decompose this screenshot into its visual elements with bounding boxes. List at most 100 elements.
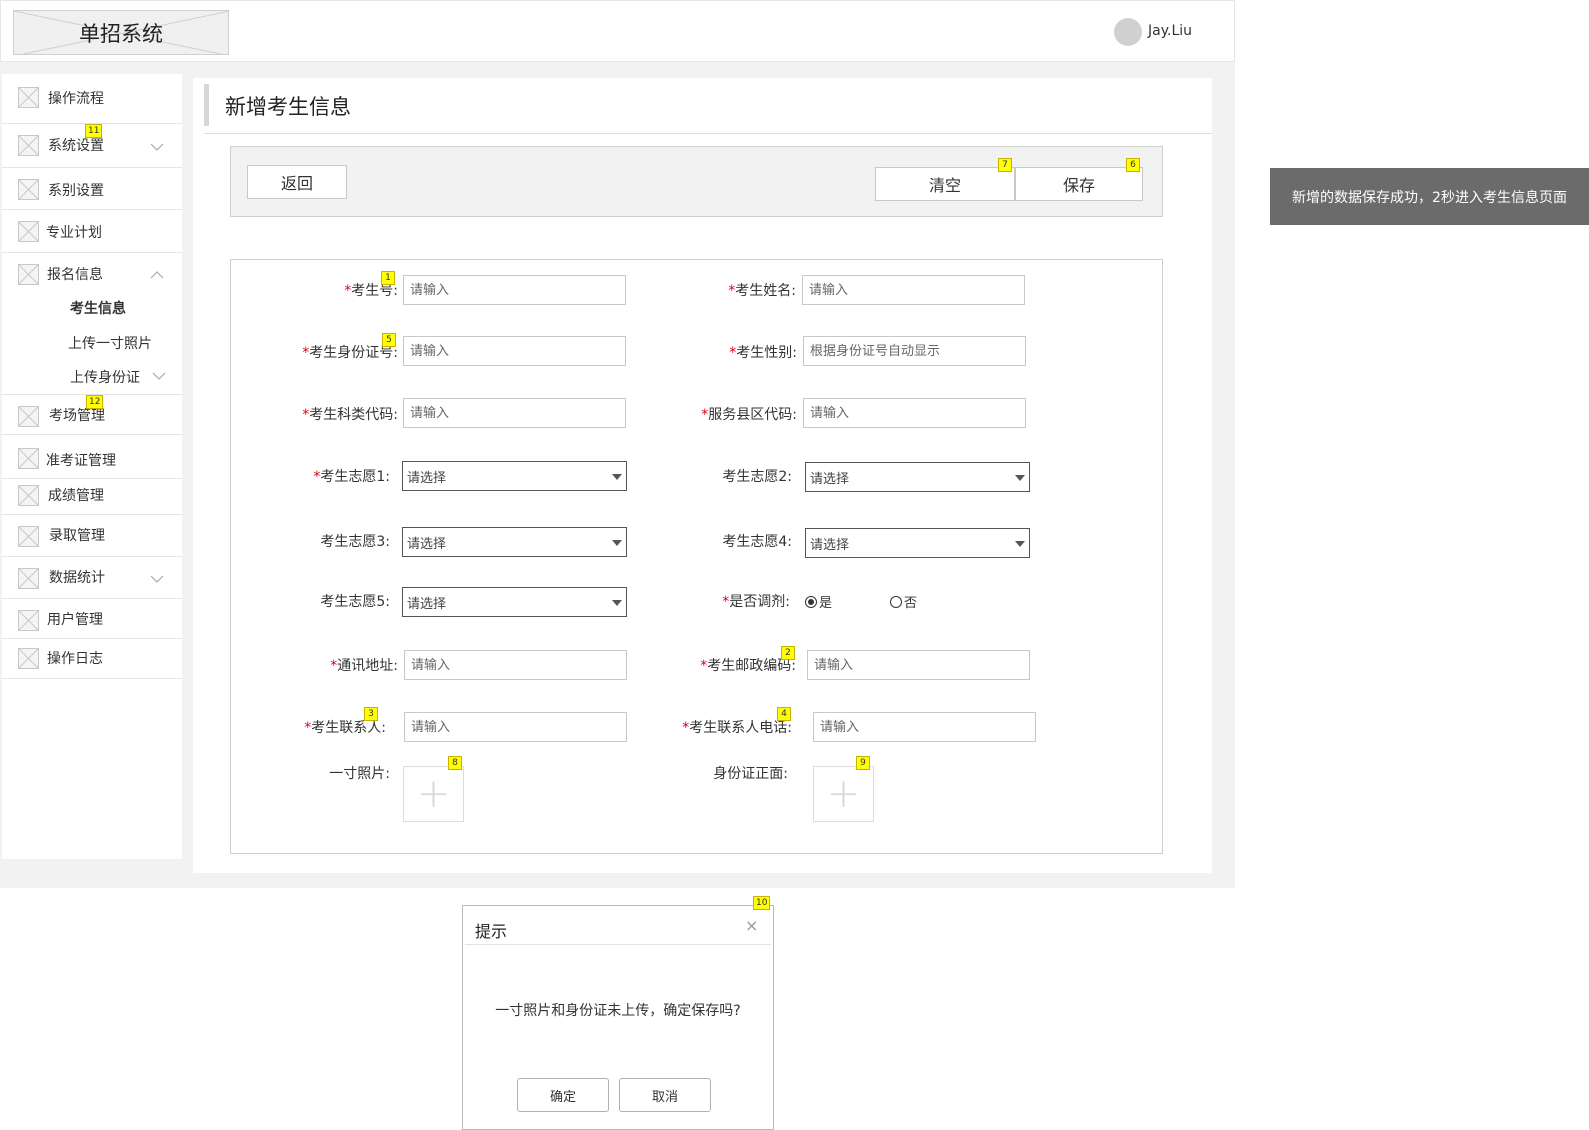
sidebar-item-admission-ticket[interactable]: 准考证管理 [2, 435, 182, 479]
label-wish-4: 考生志愿4: [722, 534, 792, 550]
annotation-badge: 5 [382, 333, 396, 347]
clear-button[interactable]: 清空 [875, 167, 1015, 201]
dropdown-arrow-icon [612, 540, 622, 546]
annotation-badge: 12 [86, 395, 104, 409]
sidebar-item-label: 报名信息 [47, 267, 103, 283]
label-adjust: *是否调剂: [722, 594, 790, 610]
contact-phone-input[interactable] [813, 712, 1036, 742]
sidebar-item-admission[interactable]: 录取管理 [2, 515, 182, 557]
sidebar-item-scores[interactable]: 成绩管理 [2, 479, 182, 515]
wish-2-select[interactable]: 请选择 [805, 462, 1030, 492]
placeholder-icon [18, 264, 39, 285]
save-button[interactable]: 保存 [1015, 167, 1143, 201]
sidebar-item-logs[interactable]: 操作日志 [2, 639, 182, 679]
annotation-badge: 8 [448, 756, 462, 770]
sidebar-item-label: 数据统计 [49, 570, 105, 586]
photo-upload[interactable]: + [403, 766, 464, 822]
sidebar-item-label: 操作流程 [48, 91, 104, 107]
sidebar-item-label: 录取管理 [49, 528, 105, 544]
sidebar-item-exam-room[interactable]: 考场管理 12 [2, 395, 182, 435]
sidebar-item-label: 操作日志 [47, 651, 103, 667]
contact-input[interactable] [404, 712, 627, 742]
adjust-radio-no[interactable]: 否 [890, 592, 917, 611]
label-wish-5: 考生志愿5: [320, 594, 390, 610]
chevron-down-icon[interactable] [150, 142, 164, 152]
radio-unchecked-icon [890, 595, 902, 608]
sidebar-item-users[interactable]: 用户管理 [2, 599, 182, 639]
placeholder-icon [18, 610, 39, 631]
annotation-badge: 4 [777, 707, 791, 721]
label-gender: *考生性别: [729, 345, 797, 361]
plus-icon: + [826, 771, 861, 817]
chevron-up-icon[interactable] [150, 270, 164, 280]
exam-no-input[interactable] [403, 275, 626, 305]
label-wish-3: 考生志愿3: [320, 534, 390, 550]
sidebar-item-department[interactable]: 系别设置 [2, 168, 182, 210]
sidebar-subitem-upload-photo[interactable]: 上传一寸照片 [68, 333, 152, 353]
confirm-button[interactable]: 确定 [517, 1078, 609, 1112]
label-subject-code: *考生科类代码: [302, 407, 398, 423]
sidebar-item-major-plan[interactable]: 专业计划 [2, 210, 182, 253]
app-header: 单招系统 Jay.Liu [0, 0, 1235, 62]
placeholder-icon [18, 406, 39, 427]
wish-5-select[interactable]: 请选择 [402, 587, 627, 617]
user-name[interactable]: Jay.Liu [1148, 23, 1192, 39]
postcode-input[interactable] [807, 650, 1030, 680]
annotation-badge: 7 [998, 158, 1012, 172]
sidebar: 操作流程 系统设置 11 系别设置 专业计划 报名信息 考生信息 上传一寸照片 … [2, 74, 182, 859]
sidebar-item-label: 系别设置 [48, 183, 104, 199]
placeholder-icon [18, 87, 39, 108]
cancel-button[interactable]: 取消 [619, 1078, 711, 1112]
close-icon[interactable]: × [745, 916, 758, 935]
subject-code-input[interactable] [403, 398, 626, 428]
sidebar-item-label: 用户管理 [47, 612, 103, 628]
avatar[interactable] [1114, 18, 1142, 46]
label-wish-1: *考生志愿1: [313, 469, 390, 485]
placeholder-icon [18, 179, 39, 200]
name-input[interactable] [802, 275, 1025, 305]
page-title: 新增考生信息 [225, 95, 351, 119]
sidebar-item-process[interactable]: 操作流程 [2, 74, 182, 124]
label-photo: 一寸照片: [329, 766, 390, 782]
placeholder-icon [18, 648, 39, 669]
dropdown-arrow-icon [612, 600, 622, 606]
placeholder-icon [18, 485, 39, 506]
dropdown-arrow-icon [1015, 541, 1025, 547]
id-no-input[interactable] [403, 336, 626, 366]
annotation-badge: 9 [856, 756, 870, 770]
sidebar-item-label: 准考证管理 [46, 453, 116, 469]
action-toolbar: 返回 清空 7 保存 6 [230, 146, 1163, 217]
annotation-badge: 3 [364, 707, 378, 721]
address-input[interactable] [404, 650, 627, 680]
sidebar-subitem-upload-id[interactable]: 上传身份证 [70, 367, 140, 387]
placeholder-icon [18, 135, 39, 156]
label-address: *通讯地址: [330, 658, 398, 674]
radio-checked-icon [805, 595, 817, 608]
placeholder-icon [18, 221, 39, 242]
plus-icon: + [416, 771, 451, 817]
sidebar-item-system-settings[interactable]: 系统设置 11 [2, 124, 182, 168]
placeholder-icon [18, 568, 39, 589]
county-code-input[interactable] [803, 398, 1026, 428]
annotation-badge: 2 [781, 646, 795, 660]
annotation-badge: 1 [381, 271, 395, 285]
logo-placeholder: 单招系统 [13, 10, 229, 55]
dropdown-arrow-icon [1015, 475, 1025, 481]
system-title: 单招系统 [79, 21, 163, 46]
sidebar-item-registration[interactable]: 报名信息 考生信息 上传一寸照片 上传身份证 [2, 253, 182, 395]
title-divider [204, 133, 1212, 134]
gender-input[interactable] [803, 336, 1026, 366]
label-wish-2: 考生志愿2: [722, 469, 792, 485]
chevron-down-icon[interactable] [152, 371, 166, 381]
back-button[interactable]: 返回 [247, 165, 347, 199]
sidebar-item-label: 系统设置 [48, 138, 104, 154]
wish-3-select[interactable]: 请选择 [402, 527, 627, 557]
wish-1-select[interactable]: 请选择 [402, 461, 627, 491]
chevron-down-icon[interactable] [150, 574, 164, 584]
wish-4-select[interactable]: 请选择 [805, 528, 1030, 558]
sidebar-item-statistics[interactable]: 数据统计 [2, 557, 182, 599]
adjust-radio-yes[interactable]: 是 [805, 592, 832, 611]
id-front-upload[interactable]: + [813, 766, 874, 822]
annotation-badge: 6 [1126, 158, 1140, 172]
sidebar-subitem-student-info[interactable]: 考生信息 [70, 298, 126, 318]
